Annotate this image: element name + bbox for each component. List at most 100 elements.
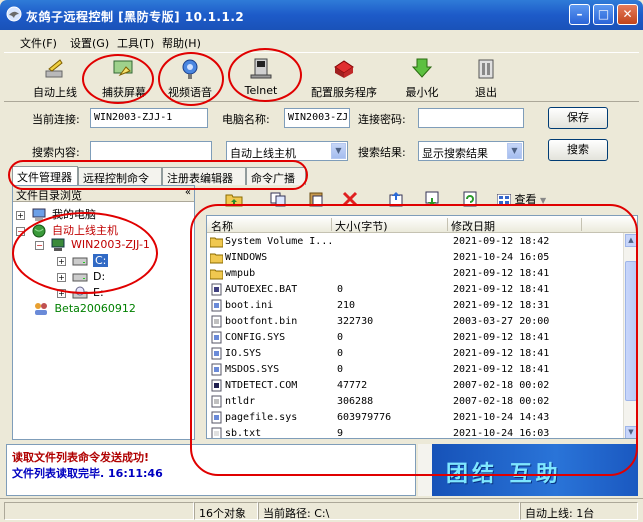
drive-icon (72, 273, 87, 282)
users-icon (35, 303, 47, 315)
configure-service-icon (334, 60, 354, 78)
view-menu-button[interactable]: 查看 ▼ (496, 191, 546, 207)
collapse-node-icon[interactable]: − (16, 226, 25, 236)
table-row[interactable]: CONFIG.SYS 0 2021-09-12 18:41 (207, 330, 625, 346)
search-button[interactable]: 搜索 (548, 139, 608, 161)
close-window-button[interactable]: ✕ (617, 4, 638, 25)
file-date: 2021-09-12 18:42 (453, 236, 550, 247)
expand-icon[interactable]: + (16, 210, 25, 220)
tree-node-drive-e[interactable]: + E: (57, 286, 104, 300)
column-date[interactable]: 修改日期 (451, 218, 495, 234)
tab-command-broadcast[interactable]: 命令广播 (246, 167, 306, 185)
table-row[interactable]: ntldr 306288 2007-02-18 00:02 (207, 394, 625, 410)
auto-online-button[interactable]: 自动上线 (30, 57, 80, 101)
minimize-icon (411, 58, 433, 78)
file-icon (211, 363, 222, 376)
table-row[interactable]: System Volume I... 2021-09-12 18:42 (207, 234, 625, 250)
file-icon (211, 315, 222, 328)
refresh-icon[interactable] (461, 191, 479, 207)
file-name: WINDOWS (225, 252, 268, 263)
paste-icon[interactable] (307, 191, 325, 207)
up-folder-icon[interactable] (225, 191, 243, 207)
connection-password-label: 连接密码: (358, 113, 406, 126)
capture-screen-button[interactable]: 捕获屏幕 (96, 57, 152, 101)
tab-registry-editor[interactable]: 注册表编辑器 (162, 167, 246, 185)
tree-node-win2003-host[interactable]: − WIN2003-ZJJ-1 (35, 238, 150, 252)
column-name[interactable]: 名称 (211, 218, 233, 234)
table-row[interactable]: bootfont.bin 322730 2003-03-27 20:00 (207, 314, 625, 330)
host-computer-icon (51, 238, 64, 251)
delete-icon[interactable] (341, 191, 359, 207)
log-panel: 读取文件列表命令发送成功! 文件列表读取完毕. 16:11:46 (6, 444, 416, 496)
menu-help[interactable]: 帮助(H) (162, 35, 201, 51)
tree-node-drive-c[interactable]: + C: (57, 254, 109, 268)
table-row[interactable]: WINDOWS 2021-10-24 16:05 (207, 250, 625, 266)
drive-icon (72, 257, 87, 266)
table-row[interactable]: NTDETECT.COM 47772 2007-02-18 00:02 (207, 378, 625, 394)
copy-icon[interactable] (269, 191, 287, 207)
table-row[interactable]: IO.SYS 0 2021-09-12 18:41 (207, 346, 625, 362)
file-size: 603979776 (337, 412, 392, 423)
video-voice-button[interactable]: 视频语音 (162, 57, 218, 101)
file-size: 9 (337, 428, 344, 439)
minimize-app-button[interactable]: 最小化 (400, 57, 444, 101)
table-row[interactable]: pagefile.sys 603979776 2021-10-24 14:43 (207, 410, 625, 426)
download-icon[interactable] (423, 191, 441, 207)
menu-file[interactable]: 文件(F) (20, 35, 57, 51)
file-name: CONFIG.SYS (225, 332, 286, 343)
expand-icon[interactable]: + (57, 288, 66, 298)
table-row[interactable]: boot.ini 210 2021-09-12 18:31 (207, 298, 625, 314)
log-scrollbar[interactable] (418, 444, 432, 496)
tree-node-my-computer[interactable]: + 我的电脑 (16, 206, 96, 222)
menu-bar: 文件(F) 设置(G) 工具(T) 帮助(H) (4, 32, 639, 50)
file-date: 2003-03-27 20:00 (453, 316, 550, 327)
maximize-window-button[interactable]: □ (593, 4, 614, 25)
column-size[interactable]: 大小(字节) (335, 218, 388, 234)
expand-icon[interactable]: + (57, 256, 66, 266)
current-connection-label: 当前连接: (32, 113, 80, 126)
tree-node-drive-d[interactable]: + D: (57, 270, 105, 284)
table-row[interactable]: MSDOS.SYS 0 2021-09-12 18:41 (207, 362, 625, 378)
search-content-field[interactable] (90, 141, 212, 161)
tree-node-auto-online-hosts[interactable]: − 自动上线主机 (16, 222, 118, 238)
upload-icon[interactable] (387, 191, 405, 207)
configure-service-button[interactable]: 配置服务程序 (308, 57, 380, 101)
table-row[interactable]: wmpub 2021-09-12 18:41 (207, 266, 625, 282)
table-row[interactable]: AUTOEXEC.BAT 0 2021-09-12 18:41 (207, 282, 625, 298)
tree-header: 文件目录浏览 « (13, 186, 194, 202)
table-row[interactable]: sb.txt 9 2021-10-24 16:03 (207, 426, 625, 439)
current-connection-field[interactable]: WIN2003-ZJJ-1 (90, 108, 208, 128)
file-size: 322730 (337, 316, 374, 327)
scroll-up-icon[interactable]: ▲ (625, 234, 637, 247)
file-date: 2021-09-12 18:41 (453, 284, 550, 295)
tree-node-beta[interactable]: Beta20060912 (33, 302, 136, 316)
menu-settings[interactable]: 设置(G) (70, 35, 109, 51)
file-name: System Volume I... (225, 236, 334, 247)
status-online-count: 自动上线: 1台 (520, 502, 638, 520)
cd-drive-icon (72, 286, 87, 299)
view-icon (496, 193, 512, 207)
exit-icon (478, 59, 494, 79)
collapse-icon[interactable]: « (185, 187, 191, 198)
tab-remote-commands[interactable]: 远程控制命令 (78, 167, 162, 185)
file-date: 2021-10-24 16:03 (453, 428, 550, 439)
main-toolbar: 自动上线 捕获屏幕 视频语音 Telnet 配置服务程序 最小化 退出 (4, 52, 639, 102)
search-result-select[interactable]: 显示搜索结果 ▼ (418, 141, 524, 161)
menu-tools[interactable]: 工具(T) (117, 35, 154, 51)
file-list-scrollbar[interactable]: ▲ ▼ (623, 233, 637, 438)
scroll-down-icon[interactable]: ▼ (625, 426, 637, 438)
computer-name-field[interactable]: WIN2003-ZJ. (284, 108, 350, 128)
tab-file-manager[interactable]: 文件管理器 (12, 166, 78, 185)
expand-icon[interactable]: + (57, 272, 66, 282)
minimize-window-button[interactable]: – (569, 4, 590, 25)
exit-button[interactable]: 退出 (466, 57, 506, 101)
file-date: 2021-10-24 16:05 (453, 252, 550, 263)
connection-password-field[interactable] (418, 108, 524, 128)
file-name: MSDOS.SYS (225, 364, 280, 375)
search-scope-select[interactable]: 自动上线主机 ▼ (226, 141, 348, 161)
scroll-thumb[interactable] (625, 261, 637, 401)
file-size: 0 (337, 364, 344, 375)
collapse-node-icon[interactable]: − (35, 240, 44, 250)
save-button[interactable]: 保存 (548, 107, 608, 129)
telnet-button[interactable]: Telnet (236, 57, 286, 101)
